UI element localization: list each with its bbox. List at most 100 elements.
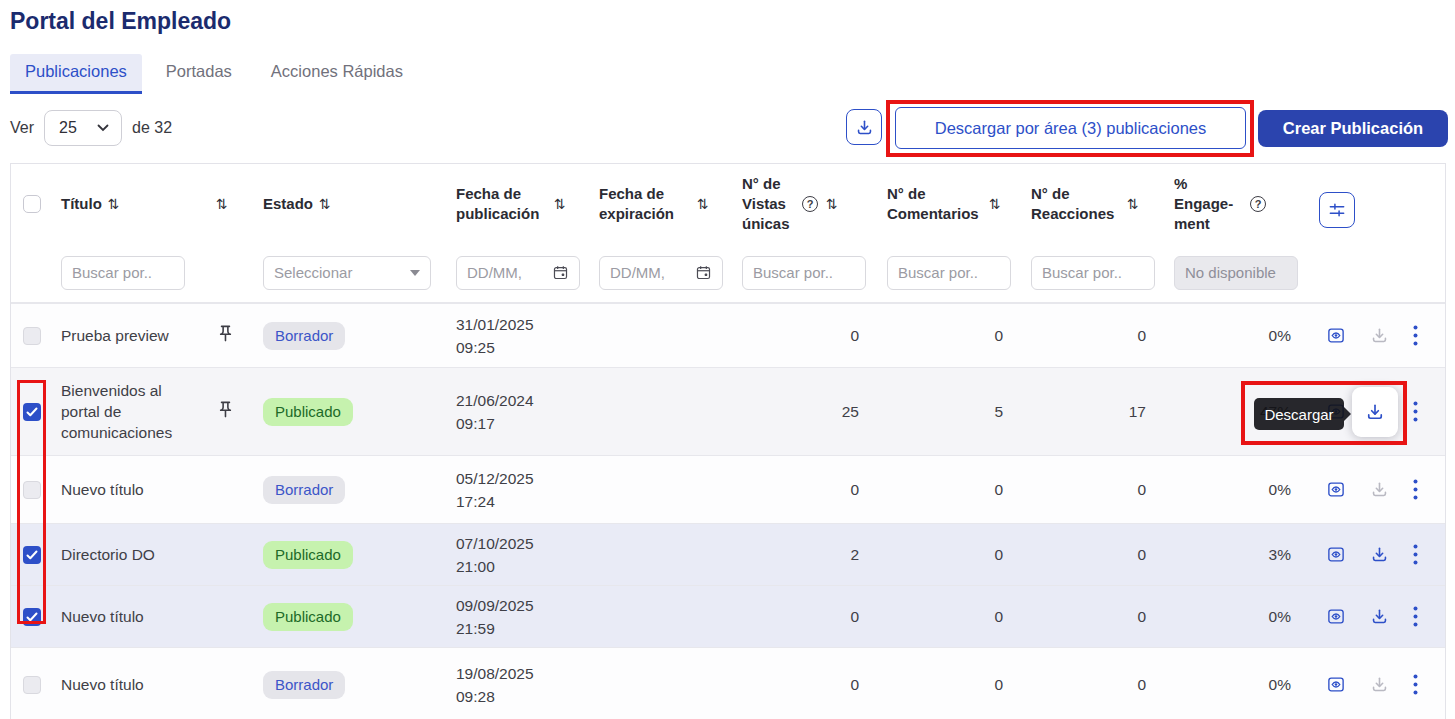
- sort-icon[interactable]: ⇅: [989, 194, 1001, 214]
- dropdown-arrow-icon: [410, 270, 420, 276]
- download-icon: [1370, 607, 1389, 626]
- download-row-button[interactable]: [1370, 326, 1389, 345]
- preview-button[interactable]: [1326, 607, 1346, 626]
- col-fecha-expiracion-label: Fecha de expiración: [599, 184, 691, 224]
- row-title: Prueba preview: [61, 325, 216, 346]
- sort-icon[interactable]: ⇅: [697, 194, 709, 214]
- sort-icon[interactable]: ⇅: [826, 194, 838, 214]
- tab-portadas[interactable]: Portadas: [151, 54, 247, 94]
- col-estado[interactable]: Estado⇅: [261, 194, 436, 214]
- sort-icon[interactable]: ⇅: [216, 194, 228, 214]
- preview-button[interactable]: [1326, 545, 1346, 564]
- reactions-count: 0: [1011, 327, 1154, 345]
- download-icon: [1370, 480, 1389, 499]
- row-checkbox[interactable]: [23, 327, 41, 345]
- pin-icon: [216, 324, 235, 343]
- preview-button[interactable]: [1326, 326, 1346, 345]
- tune-icon: [1327, 200, 1347, 220]
- reactions-count: 17: [1011, 403, 1154, 421]
- comments-count: 5: [867, 403, 1011, 421]
- col-vistas-label: N° de Vistas únicas: [742, 174, 794, 234]
- download-row-button[interactable]: [1370, 607, 1389, 626]
- download-row-button[interactable]: [1370, 545, 1389, 564]
- annotation-box-download-by-area: [886, 100, 1254, 157]
- download-icon: [1370, 545, 1389, 564]
- help-icon[interactable]: ?: [802, 196, 818, 212]
- download-icon: [855, 118, 874, 137]
- eye-preview-icon: [1326, 326, 1346, 345]
- kebab-menu-icon: [1413, 479, 1418, 500]
- row-menu-button[interactable]: [1413, 401, 1418, 422]
- tab-publicaciones[interactable]: Publicaciones: [10, 54, 142, 94]
- table-row: Nuevo título Borrador 05/12/202517:24 0 …: [11, 455, 1445, 523]
- download-row-button[interactable]: [1370, 480, 1389, 499]
- create-publication-button[interactable]: Crear Publicación: [1258, 110, 1448, 147]
- sort-icon[interactable]: ⇅: [554, 194, 566, 214]
- column-settings-button[interactable]: [1319, 192, 1355, 228]
- table-row: Directorio DO Publicado 07/10/202521:00 …: [11, 523, 1445, 585]
- engagement-percent: 3%: [1154, 546, 1299, 564]
- download-all-button[interactable]: [846, 109, 882, 145]
- col-reacciones-label: N° de Reacciones: [1031, 184, 1121, 224]
- filter-comentarios-input[interactable]: Buscar por..: [887, 256, 1011, 290]
- views-count: 0: [722, 608, 867, 626]
- comments-count: 0: [867, 546, 1011, 564]
- tabs: Publicaciones Portadas Acciones Rápidas: [10, 54, 418, 94]
- filter-fecha-publicacion-input[interactable]: DD/MM,: [456, 256, 580, 290]
- reactions-count: 0: [1011, 546, 1154, 564]
- kebab-menu-icon: [1413, 401, 1418, 422]
- col-fecha-publicacion-label: Fecha de publicación: [456, 184, 548, 224]
- filter-engagement-input: No disponible: [1174, 256, 1298, 290]
- tab-acciones-rapidas[interactable]: Acciones Rápidas: [256, 54, 418, 94]
- row-checkbox[interactable]: [23, 676, 41, 694]
- page-size-group: Ver 25 de 32: [10, 110, 172, 146]
- filter-reacciones-input[interactable]: Buscar por..: [1031, 256, 1155, 290]
- help-icon[interactable]: ?: [1250, 196, 1266, 212]
- sort-icon[interactable]: ⇅: [319, 194, 331, 214]
- download-icon: [1370, 326, 1389, 345]
- eye-preview-icon: [1326, 607, 1346, 626]
- row-title: Nuevo título: [61, 479, 216, 500]
- row-menu-button[interactable]: [1413, 479, 1418, 500]
- engagement-percent: 0%: [1154, 608, 1299, 626]
- table-filter-row: Buscar por.. Seleccionar DD/MM, DD/MM, B…: [11, 243, 1445, 303]
- filter-fecha-expiracion-input[interactable]: DD/MM,: [599, 256, 723, 290]
- row-menu-button[interactable]: [1413, 606, 1418, 627]
- comments-count: 0: [867, 327, 1011, 345]
- col-fecha-expiracion[interactable]: Fecha de expiración ⇅: [579, 184, 722, 224]
- publish-date: 31/01/202509:25: [436, 313, 579, 359]
- engagement-percent: 0%: [1154, 481, 1299, 499]
- col-fecha-publicacion[interactable]: Fecha de publicación ⇅: [436, 184, 579, 224]
- calendar-icon[interactable]: [552, 264, 569, 281]
- col-pin[interactable]: ⇅: [216, 194, 261, 214]
- download-row-button[interactable]: [1370, 675, 1389, 694]
- status-badge: Borrador: [263, 671, 345, 699]
- comments-count: 0: [867, 676, 1011, 694]
- row-menu-button[interactable]: [1413, 674, 1418, 695]
- sort-icon[interactable]: ⇅: [1127, 194, 1139, 214]
- views-count: 0: [722, 327, 867, 345]
- page-size-select[interactable]: 25: [44, 110, 122, 146]
- pin-icon: [216, 400, 235, 419]
- row-menu-button[interactable]: [1413, 544, 1418, 565]
- date-placeholder: DD/MM,: [467, 264, 522, 281]
- views-count: 2: [722, 546, 867, 564]
- col-titulo[interactable]: Título⇅: [61, 194, 216, 214]
- filter-vistas-input[interactable]: Buscar por..: [742, 256, 866, 290]
- filter-titulo-input[interactable]: Buscar por..: [61, 256, 185, 290]
- col-comentarios-label: N° de Comentarios: [887, 184, 983, 224]
- row-menu-button[interactable]: [1413, 325, 1418, 346]
- col-comentarios[interactable]: N° de Comentarios ⇅: [867, 184, 1011, 224]
- col-vistas[interactable]: N° de Vistas únicas? ⇅: [722, 174, 867, 234]
- preview-button[interactable]: [1326, 480, 1346, 499]
- row-title: Bienvenidos al portal de comunicaciones: [61, 380, 216, 443]
- calendar-icon[interactable]: [695, 264, 712, 281]
- sort-icon[interactable]: ⇅: [108, 194, 120, 214]
- select-all-checkbox[interactable]: [23, 195, 41, 213]
- col-engagement[interactable]: % Engage-ment?: [1154, 174, 1299, 234]
- table-row: Prueba preview Borrador 31/01/202509:25 …: [11, 303, 1445, 367]
- annotation-box-checkboxes: [17, 380, 46, 624]
- preview-button[interactable]: [1326, 675, 1346, 694]
- col-reacciones[interactable]: N° de Reacciones ⇅: [1011, 184, 1154, 224]
- filter-estado-select[interactable]: Seleccionar: [263, 256, 431, 290]
